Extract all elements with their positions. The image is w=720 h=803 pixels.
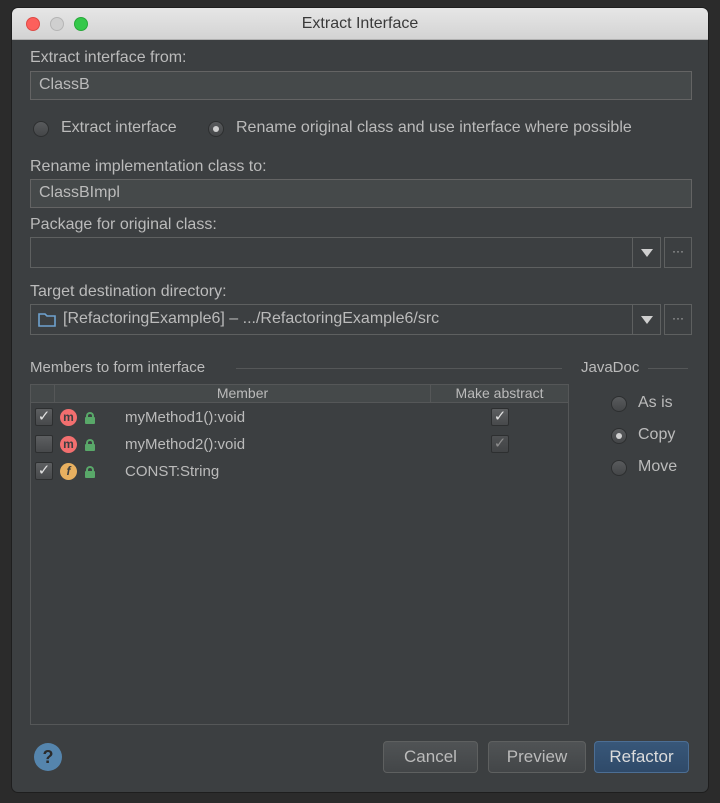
extract-interface-radio[interactable] xyxy=(33,121,49,137)
header-make-abstract[interactable]: Make abstract xyxy=(431,385,568,402)
members-group-title: Members to form interface xyxy=(30,359,206,376)
extract-from-label: Extract interface from: xyxy=(30,49,187,66)
make-abstract-checkbox[interactable]: ✓ xyxy=(491,435,509,453)
header-member[interactable]: Member xyxy=(55,385,431,402)
lock-icon xyxy=(85,439,95,451)
package-label: Package for original class: xyxy=(30,216,217,233)
make-abstract-checkbox[interactable]: ✓ xyxy=(491,408,509,426)
extract-interface-radio-label[interactable]: Extract interface xyxy=(61,119,177,137)
lock-icon xyxy=(85,412,95,424)
rename-impl-field[interactable]: ClassBImpl xyxy=(30,179,692,208)
javadoc-copy-radio[interactable] xyxy=(611,428,627,444)
rename-impl-label: Rename implementation class to: xyxy=(30,158,267,175)
javadoc-group-title: JavaDoc xyxy=(581,359,640,376)
method-icon: m xyxy=(60,436,77,453)
chevron-down-icon[interactable] xyxy=(632,238,660,267)
help-button[interactable]: ? xyxy=(34,743,62,771)
title-bar: Extract Interface xyxy=(12,8,708,40)
table-row[interactable]: ✓ f CONST:String xyxy=(31,458,568,485)
member-name: myMethod2():void xyxy=(125,436,246,453)
chevron-down-icon[interactable] xyxy=(632,305,660,334)
lock-icon xyxy=(85,466,95,478)
members-table: Member Make abstract ✓ m myMethod1():voi… xyxy=(30,384,569,725)
package-combo[interactable] xyxy=(30,237,661,268)
rename-original-class-radio[interactable] xyxy=(208,121,224,137)
preview-button[interactable]: Preview xyxy=(488,741,586,773)
field-icon: f xyxy=(60,463,77,480)
target-dir-combo[interactable]: [RefactoringExample6] – .../RefactoringE… xyxy=(30,304,661,335)
method-icon: m xyxy=(60,409,77,426)
refactor-button[interactable]: Refactor xyxy=(594,741,689,773)
package-browse-button[interactable]: ··· xyxy=(664,237,692,268)
rename-original-class-text: Rename original class and use interface … xyxy=(236,119,632,136)
member-name: myMethod1():void xyxy=(125,409,246,426)
target-dir-label: Target destination directory: xyxy=(30,283,227,300)
cancel-button[interactable]: Cancel xyxy=(383,741,478,773)
javadoc-move-label[interactable]: Move xyxy=(638,458,677,476)
javadoc-move-radio[interactable] xyxy=(611,460,627,476)
javadoc-group-divider xyxy=(648,368,688,369)
member-name: CONST:String xyxy=(125,463,220,480)
target-dir-browse-button[interactable]: ··· xyxy=(664,304,692,335)
javadoc-copy-label[interactable]: Copy xyxy=(638,426,675,444)
table-row[interactable]: m myMethod2():void ✓ xyxy=(31,431,568,458)
extract-interface-text: Extract interface xyxy=(61,119,177,136)
extract-from-field[interactable]: ClassB xyxy=(30,71,692,100)
javadoc-as-is-radio[interactable] xyxy=(611,396,627,412)
javadoc-as-is-label[interactable]: As is xyxy=(638,394,673,412)
members-group-divider xyxy=(236,368,562,369)
include-member-checkbox[interactable] xyxy=(35,435,53,453)
include-member-checkbox[interactable]: ✓ xyxy=(35,462,53,480)
target-dir-value: [RefactoringExample6] – .../RefactoringE… xyxy=(63,310,440,327)
folder-icon xyxy=(38,313,56,327)
table-row[interactable]: ✓ m myMethod1():void ✓ xyxy=(31,404,568,431)
members-table-header: Member Make abstract xyxy=(31,385,568,403)
header-check-column[interactable] xyxy=(31,385,55,402)
include-member-checkbox[interactable]: ✓ xyxy=(35,408,53,426)
dialog-title: Extract Interface xyxy=(301,15,419,32)
rename-original-class-radio-label[interactable]: Rename original class and use interface … xyxy=(236,119,632,137)
extract-interface-dialog: Extract Interface Extract interface from… xyxy=(12,8,708,792)
